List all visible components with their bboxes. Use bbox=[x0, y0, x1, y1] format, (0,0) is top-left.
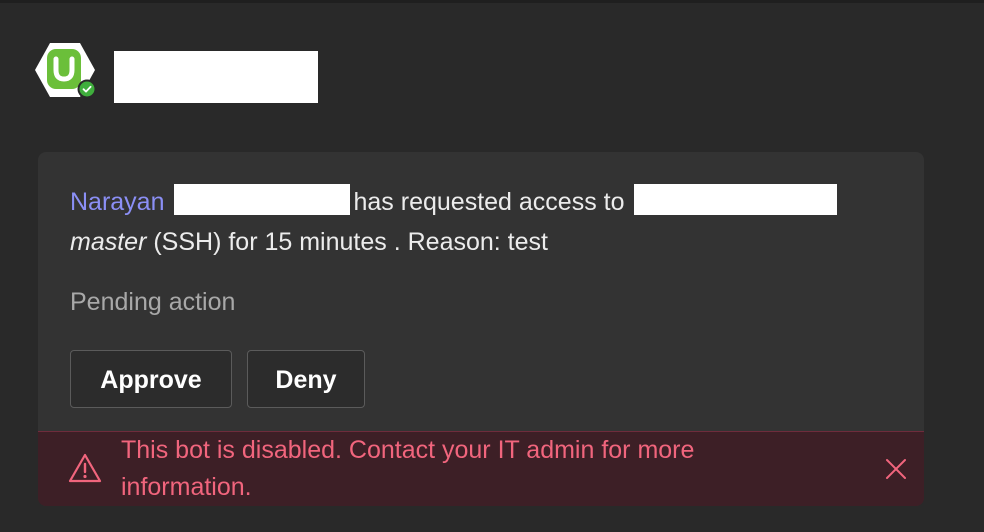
access-request-card: Narayan has requested access to master (SS… bbox=[38, 152, 924, 506]
error-banner: This bot is disabled. Contact your IT ad… bbox=[38, 431, 924, 506]
warning-icon bbox=[68, 453, 102, 483]
resource-redacted bbox=[633, 184, 837, 215]
chat-window: Narayan has requested access to master (SS… bbox=[0, 0, 984, 532]
online-check-icon bbox=[77, 79, 97, 99]
close-icon[interactable] bbox=[883, 456, 909, 482]
approve-button[interactable]: Approve bbox=[70, 350, 232, 408]
bot-avatar-icon bbox=[35, 43, 97, 99]
request-message: Narayan has requested access to master (SS… bbox=[70, 182, 910, 262]
requester-name[interactable]: Narayan bbox=[70, 188, 165, 216]
requester-redacted bbox=[173, 184, 350, 215]
top-divider bbox=[0, 0, 984, 3]
sender-name-redacted bbox=[114, 51, 318, 103]
deny-button[interactable]: Deny bbox=[247, 350, 365, 408]
request-text: has requested access to bbox=[353, 188, 625, 216]
error-message: This bot is disabled. Contact your IT ad… bbox=[121, 436, 695, 501]
resource-name: master bbox=[70, 228, 147, 256]
request-details: (SSH) for 15 minutes . Reason: test bbox=[153, 228, 548, 256]
status-text: Pending action bbox=[70, 288, 236, 316]
